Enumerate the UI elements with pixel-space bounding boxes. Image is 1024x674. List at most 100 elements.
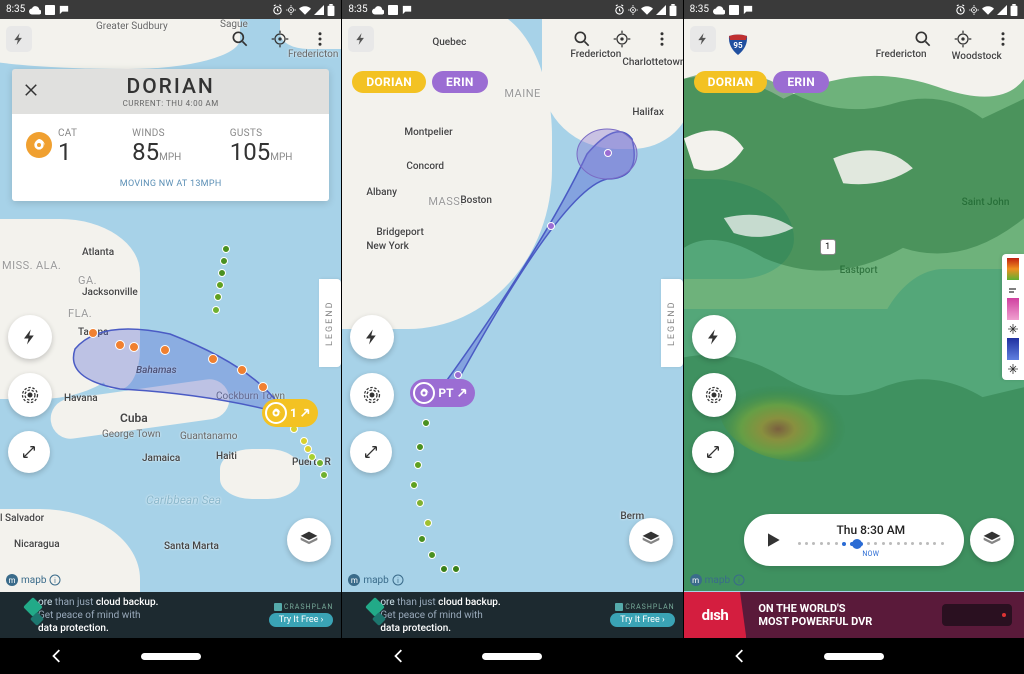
home-button[interactable] — [482, 653, 542, 660]
signal-icon — [656, 5, 666, 15]
map-label: MAINE — [504, 87, 540, 100]
legend-toggle[interactable]: LEGEND — [661, 279, 683, 367]
storm-marker-erin[interactable]: PT — [410, 379, 474, 407]
track-point — [414, 461, 422, 469]
track-point — [300, 437, 308, 445]
signal-icon — [314, 5, 324, 15]
search-button[interactable] — [227, 26, 253, 52]
phone-screen-2: 8:35 Quebec Fredericton Charlottetown MA… — [341, 0, 682, 674]
battery-icon — [669, 4, 677, 16]
status-bar: 8:35 — [684, 0, 1024, 19]
more-button[interactable] — [307, 26, 333, 52]
ad-brand: CRASHPLAN — [615, 603, 674, 611]
map-viewport[interactable]: Greater Sudbury Sague Fredericton MISS. … — [0, 19, 341, 592]
phone-screen-1: 8:35 Greater Sudbury Sague Fredericton M… — [0, 0, 341, 674]
chip-dorian[interactable]: DORIAN — [694, 71, 768, 93]
status-time: 8:35 — [348, 4, 367, 15]
fullscreen-button[interactable] — [350, 431, 392, 473]
ad-logo: dısh — [684, 592, 747, 638]
timeline-thumb[interactable] — [852, 539, 862, 549]
image-icon — [729, 5, 739, 15]
storm-marker-dorian[interactable]: 1 — [262, 399, 318, 427]
track-point — [320, 471, 328, 479]
bolt-icon — [354, 32, 368, 46]
radar-timeline[interactable]: Thu 8:30 AM NOW — [744, 514, 964, 566]
more-button[interactable] — [990, 26, 1016, 52]
track-point — [422, 419, 430, 427]
layers-button[interactable] — [287, 518, 331, 562]
timeline-track[interactable] — [798, 539, 944, 549]
cat-value: 1 — [58, 139, 77, 165]
map-label: ALA. — [36, 259, 61, 272]
map-label: Haiti — [216, 451, 237, 462]
map-attribution: mmapbi — [690, 574, 745, 586]
lightning-layer-button[interactable] — [350, 315, 394, 359]
legend-toggle[interactable]: LEGEND — [319, 279, 341, 367]
map-viewport[interactable]: Fredericton Woodstock Saint John Eastpor… — [684, 19, 1024, 592]
search-button[interactable] — [569, 26, 595, 52]
map-attribution: mmapbi — [6, 574, 61, 586]
storm-movement: MOVING NW AT 13MPH — [12, 171, 329, 201]
locate-button[interactable] — [950, 26, 976, 52]
legend-wind-icon — [1006, 282, 1020, 296]
home-button[interactable] — [824, 653, 884, 660]
android-nav — [684, 638, 1024, 674]
map-viewport[interactable]: Quebec Fredericton Charlottetown MAINE H… — [342, 19, 682, 592]
chip-erin[interactable]: ERIN — [773, 71, 829, 93]
map-label: Atlanta — [82, 247, 114, 258]
ad-banner[interactable]: ore than just cloud backup. Get peace of… — [0, 592, 341, 638]
home-button[interactable] — [141, 653, 201, 660]
track-point — [214, 293, 222, 301]
layers-button[interactable] — [970, 518, 1014, 562]
more-button[interactable] — [649, 26, 675, 52]
map-label: Jacksonville — [82, 287, 138, 298]
ad-banner[interactable]: ore than just cloud backup. Get peace of… — [342, 592, 682, 638]
app-logo[interactable] — [348, 26, 374, 52]
track-point — [418, 535, 426, 543]
app-logo[interactable] — [6, 26, 32, 52]
track-point — [218, 269, 226, 277]
timeline-label: Thu 8:30 AM — [798, 523, 944, 537]
map-label: Santa Marta — [164, 541, 219, 552]
map-label: MISS. — [2, 259, 33, 272]
back-button[interactable] — [710, 649, 770, 663]
battery-icon — [1010, 4, 1018, 16]
chip-erin[interactable]: ERIN — [432, 71, 488, 93]
locate-button[interactable] — [609, 26, 635, 52]
track-point — [452, 565, 460, 573]
play-button[interactable] — [756, 530, 790, 550]
ad-banner[interactable]: dısh ON THE WORLD'SMOST POWERFUL DVR — [684, 592, 1024, 638]
radar-layer-button[interactable] — [8, 373, 52, 417]
back-button[interactable] — [27, 649, 87, 663]
track-point — [237, 365, 247, 375]
track-point — [416, 443, 424, 451]
close-button[interactable] — [22, 81, 40, 103]
android-nav — [342, 638, 682, 674]
status-bar: 8:35 — [0, 0, 341, 19]
radar-layer-button[interactable] — [692, 373, 736, 417]
android-nav — [0, 638, 341, 674]
radar-legend[interactable] — [1002, 254, 1024, 380]
interstate-shield: 95 — [728, 33, 748, 55]
image-icon — [45, 5, 55, 15]
ad-cta[interactable]: Try It Free › — [610, 613, 675, 627]
layers-button[interactable] — [629, 518, 673, 562]
timeline-now: NOW — [798, 550, 944, 558]
search-button[interactable] — [910, 26, 936, 52]
ad-cta[interactable]: Try It Free › — [269, 613, 334, 627]
locate-button[interactable] — [267, 26, 293, 52]
radar-layer-button[interactable] — [350, 373, 394, 417]
phone-screen-3: 8:35 — [683, 0, 1024, 674]
fullscreen-button[interactable] — [8, 431, 50, 473]
back-button[interactable] — [369, 649, 429, 663]
track-point — [424, 519, 432, 527]
map-label: Nicaragua — [14, 539, 60, 550]
svg-text:i: i — [738, 577, 740, 585]
app-logo[interactable] — [690, 26, 716, 52]
chip-dorian[interactable]: DORIAN — [352, 71, 426, 93]
lightning-layer-button[interactable] — [8, 315, 52, 359]
fullscreen-button[interactable] — [692, 431, 734, 473]
radar-overlay — [684, 19, 1024, 591]
lightning-layer-button[interactable] — [692, 315, 736, 359]
ad-brand: CRASHPLAN — [274, 603, 333, 611]
